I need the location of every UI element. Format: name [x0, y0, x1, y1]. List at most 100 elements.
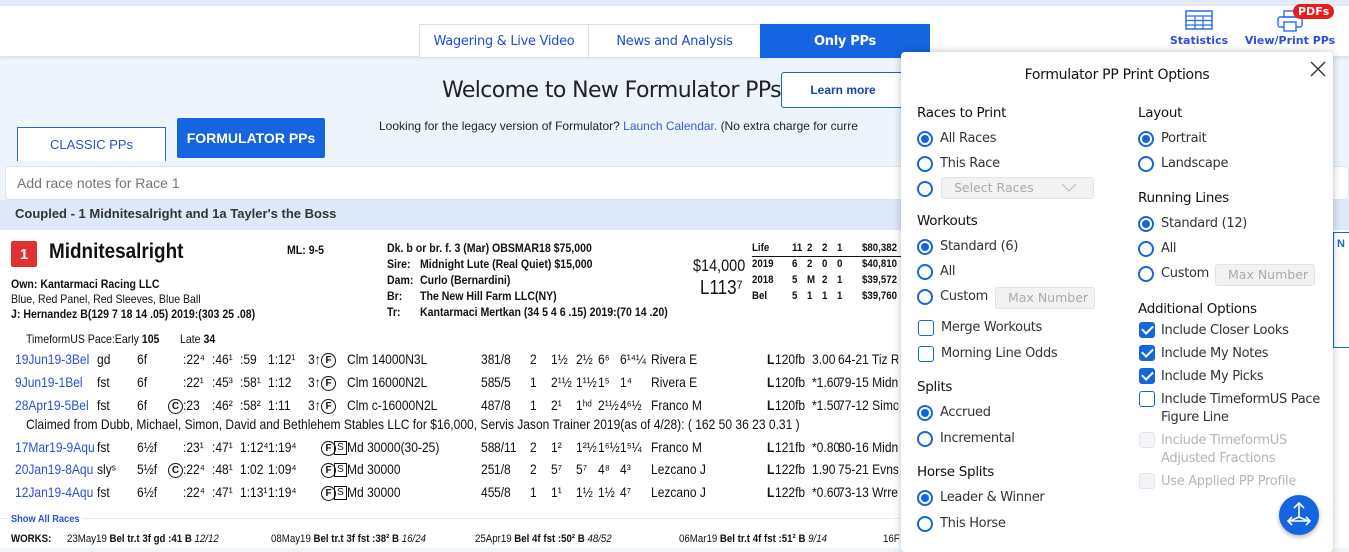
pp-tail: 77-12 Simo: [838, 397, 899, 413]
record-row: Life 11 2 2 1 $80,382: [752, 241, 902, 257]
pp-f1: :22⁴: [183, 461, 205, 477]
dam-label: Dam:: [387, 273, 414, 287]
race-link[interactable]: 28Apr19-5Bel: [15, 397, 89, 413]
checkbox[interactable]: [1139, 432, 1155, 448]
checkbox[interactable]: [1139, 322, 1155, 338]
pp-f4: 1:19⁴: [268, 439, 297, 455]
dam: Curlo (Bernardini): [420, 273, 511, 287]
side-panel-letter: N: [1337, 238, 1345, 250]
option-2-radio[interactable]: [917, 181, 933, 197]
horse-name[interactable]: Midnitesalright: [49, 240, 183, 264]
pp-st: 2: [530, 439, 537, 455]
pp-f3: 1:13¹: [240, 484, 268, 500]
checkbox[interactable]: [1139, 345, 1155, 361]
record-cell: 6: [792, 258, 798, 270]
checkbox[interactable]: [1139, 473, 1155, 489]
race-link[interactable]: 12Jan19-4Aqu: [15, 484, 93, 500]
record-table: Life 11 2 2 1 $80,382 2019 6 2 0 0 $40,810 2018 5 M 2 1 $…: [752, 241, 902, 305]
additional-heading: Additional Options: [1138, 301, 1257, 317]
legacy-text: Looking for the legacy version of Formul…: [379, 119, 620, 133]
chevron-down-icon: [1061, 183, 1077, 192]
option-2-radio[interactable]: [917, 289, 933, 305]
pp-f3: 1:02: [240, 461, 264, 477]
pp-odds: *1.60: [812, 374, 841, 390]
statistics-button[interactable]: Statistics: [1168, 10, 1230, 47]
option-1-radio[interactable]: [917, 264, 933, 280]
pp-jockey: Rivera E: [651, 351, 698, 367]
option-0-radio[interactable]: [1138, 131, 1154, 147]
pp-fin: 6¹⁴¼: [620, 351, 646, 367]
claim-price: $14,000: [693, 256, 746, 275]
option-0-radio[interactable]: [917, 131, 933, 147]
option-0-radio[interactable]: [1138, 216, 1154, 232]
tab-formulator-pps[interactable]: FORMULATOR PPs: [177, 118, 325, 158]
checkbox[interactable]: [1139, 391, 1155, 407]
tab-wagering[interactable]: Wagering & Live Video: [419, 24, 589, 58]
tab-news[interactable]: News and Analysis: [588, 24, 761, 58]
checkbox[interactable]: [1139, 368, 1155, 384]
program-number: 1: [11, 241, 37, 267]
workouts-max-input[interactable]: Max Number: [995, 287, 1095, 309]
morning-line: ML: 9-5: [287, 243, 324, 257]
race-link[interactable]: 17Mar19-9Aqu: [15, 439, 95, 455]
race-link[interactable]: 9Jun19-1Bel: [15, 374, 83, 390]
expand-button[interactable]: [1279, 495, 1319, 535]
pp-odds: 3.00: [812, 351, 836, 367]
work-item: 06Mar19 Bel tr.t 4f fst :51² B 9/14: [679, 533, 859, 545]
pp-c3: 1⁵: [598, 374, 610, 390]
show-all-races-link[interactable]: Show All Races: [11, 513, 83, 525]
pp-fin: 4⁷: [620, 484, 632, 500]
running-lines-max-input[interactable]: Max Number: [1215, 264, 1315, 286]
record-cell: 2: [807, 242, 813, 254]
option-1-radio[interactable]: [1138, 156, 1154, 172]
filly-icon: F: [321, 353, 336, 368]
record-cell: 5: [792, 290, 798, 302]
pp-f4: 1:19⁴: [268, 484, 297, 500]
late-value: 34: [203, 332, 216, 346]
record-cell: 2: [807, 258, 813, 270]
option-1-radio[interactable]: [917, 431, 933, 447]
weight: 120fb: [775, 397, 806, 413]
launch-calendar-link[interactable]: Launch Calendar.: [623, 119, 717, 133]
works-label: WORKS:: [11, 533, 52, 545]
pp-dist: 6½f: [137, 484, 158, 500]
pp-tail: 73-13 Wrre: [838, 484, 899, 500]
pp-pp: 5/5: [494, 374, 511, 390]
option-1-radio[interactable]: [917, 156, 933, 172]
pp-c3: 1⁶½: [598, 439, 620, 455]
record-cell: 0: [822, 258, 828, 270]
breeder: The New Hill Farm LLC(NY): [420, 289, 557, 303]
weight: 121fb: [775, 439, 806, 455]
tab-classic-pps[interactable]: CLASSIC PPs: [17, 127, 166, 161]
option-0-radio[interactable]: [917, 405, 933, 421]
pp-race: Md 30000: [347, 484, 401, 500]
pp-pp: 7/8: [494, 397, 511, 413]
checkbox[interactable]: [918, 346, 934, 362]
option-2-radio[interactable]: [1138, 266, 1154, 282]
close-icon[interactable]: [1309, 60, 1327, 78]
option-0-radio[interactable]: [917, 239, 933, 255]
race-link[interactable]: 19Jun19-3Bel: [15, 351, 89, 367]
race-link[interactable]: 20Jan19-8Aqu: [15, 461, 93, 477]
option-1-radio[interactable]: [917, 516, 933, 532]
record-row: 2019 6 2 0 0 $40,810: [752, 257, 902, 273]
pdfs-badge: PDFs: [1293, 4, 1335, 19]
learn-more-button[interactable]: Learn more: [781, 72, 905, 108]
pp-c2: 5⁷: [576, 461, 588, 477]
pp-tail: 80-16 Midn: [838, 439, 899, 455]
record-row: 2018 5 M 2 1 $39,572: [752, 273, 902, 289]
workouts-heading: Workouts: [917, 213, 978, 229]
side-panel-edge: N: [1333, 232, 1349, 348]
option-0-radio[interactable]: [917, 490, 933, 506]
option-1-radio[interactable]: [1138, 241, 1154, 257]
pp-c2: 1²½: [576, 439, 597, 455]
state-bred-icon: S: [334, 486, 347, 500]
layout-heading: Layout: [1138, 105, 1183, 121]
pp-f2: :46¹: [212, 351, 233, 367]
pp-f2: :45³: [212, 374, 233, 390]
checkbox[interactable]: [918, 320, 934, 336]
legacy-tail: (No extra charge for curre: [720, 119, 858, 133]
work-rank: 12/12: [194, 533, 219, 545]
filly-icon: F: [321, 399, 336, 414]
record-cell: $39,572: [862, 274, 897, 286]
